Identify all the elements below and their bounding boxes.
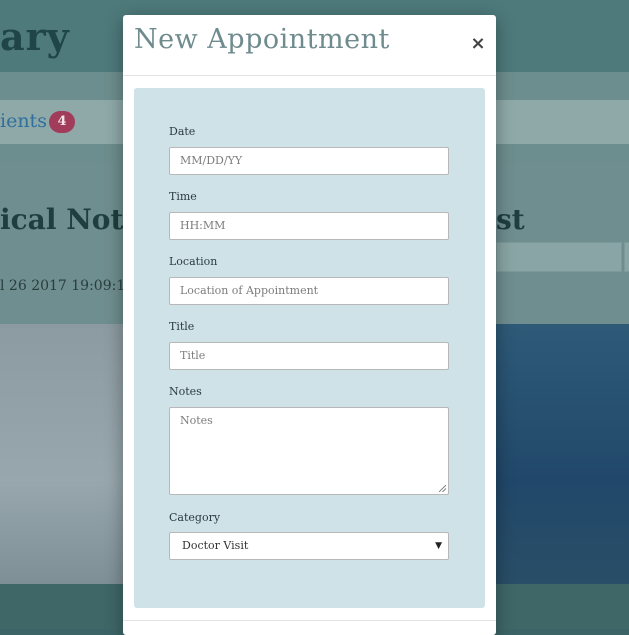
appointment-form: Date MM/DD/YY Time HH:MM Location Locati… bbox=[134, 88, 485, 608]
category-selected-value: Doctor Visit bbox=[182, 539, 249, 552]
background-brand: ary bbox=[0, 14, 70, 59]
background-nav-link-appointments: ients bbox=[0, 110, 47, 132]
notes-placeholder: Notes bbox=[180, 414, 213, 427]
modal-title: New Appointment bbox=[134, 24, 390, 55]
location-label: Location bbox=[169, 255, 218, 268]
title-field[interactable]: Title bbox=[169, 342, 449, 370]
category-select[interactable]: Doctor Visit ▼ bbox=[169, 532, 449, 560]
notes-label: Notes bbox=[169, 385, 202, 398]
title-label: Title bbox=[169, 320, 195, 333]
location-field[interactable]: Location of Appointment bbox=[169, 277, 449, 305]
date-label: Date bbox=[169, 125, 196, 138]
modal-footer-divider bbox=[123, 620, 496, 621]
background-photo-nurse bbox=[496, 324, 629, 584]
background-photo-doctor bbox=[0, 324, 140, 584]
background-input-bar-edge bbox=[624, 242, 629, 272]
modal-header: New Appointment × bbox=[123, 15, 496, 76]
category-label: Category bbox=[169, 511, 221, 524]
date-field[interactable]: MM/DD/YY bbox=[169, 147, 449, 175]
chevron-down-icon: ▼ bbox=[435, 541, 442, 551]
background-input-bar bbox=[496, 242, 622, 272]
background-section-heading-right: st bbox=[496, 203, 525, 236]
notes-textarea[interactable]: Notes bbox=[169, 407, 449, 495]
time-label: Time bbox=[169, 190, 197, 203]
close-icon[interactable]: × bbox=[470, 34, 486, 54]
new-appointment-modal: New Appointment × Date MM/DD/YY Time HH:… bbox=[123, 15, 496, 635]
resize-handle-icon[interactable] bbox=[439, 485, 446, 492]
time-field[interactable]: HH:MM bbox=[169, 212, 449, 240]
background-nav-badge: 4 bbox=[49, 111, 75, 133]
